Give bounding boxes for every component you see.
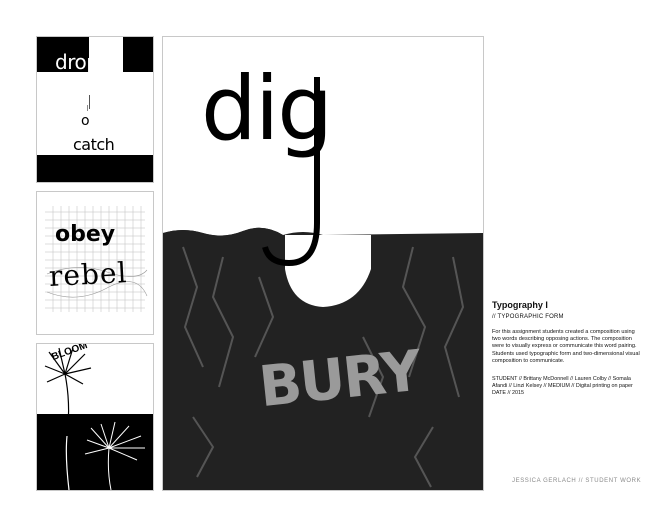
caption-title: Typography I	[492, 300, 548, 310]
bloom-flowers	[37, 347, 153, 490]
catch-word: catch	[73, 135, 115, 154]
dig-bury-artwork: dig BURY	[162, 36, 484, 491]
falling-o: o	[81, 113, 90, 129]
caption-subtitle: // TYPOGRAPHIC FORM	[492, 314, 564, 320]
obey-word: obey	[55, 222, 116, 247]
footer-credit: JESSICA GERLACH // STUDENT WORK	[512, 478, 642, 484]
caption-description: For this assignment students created a c…	[492, 329, 640, 364]
credits-line-1: STUDENT // Brittany McDonnell // Lauren …	[492, 376, 633, 390]
obey-rebel-artwork: obey rebel	[36, 191, 154, 335]
drop-line-1	[89, 95, 90, 109]
drop-catch-artwork: drop o catch	[36, 36, 154, 183]
bottom-black-band	[37, 155, 153, 182]
drop-line-2	[87, 105, 88, 111]
caption-credits: STUDENT // Brittany McDonnell // Lauren …	[492, 376, 642, 398]
rebel-word: rebel	[48, 255, 129, 294]
drop-word: drop	[55, 50, 99, 74]
dig-word: dig	[201, 57, 333, 160]
bloom-artwork: BLOOM	[36, 343, 154, 491]
credits-line-2: DATE // 2015	[492, 390, 524, 397]
